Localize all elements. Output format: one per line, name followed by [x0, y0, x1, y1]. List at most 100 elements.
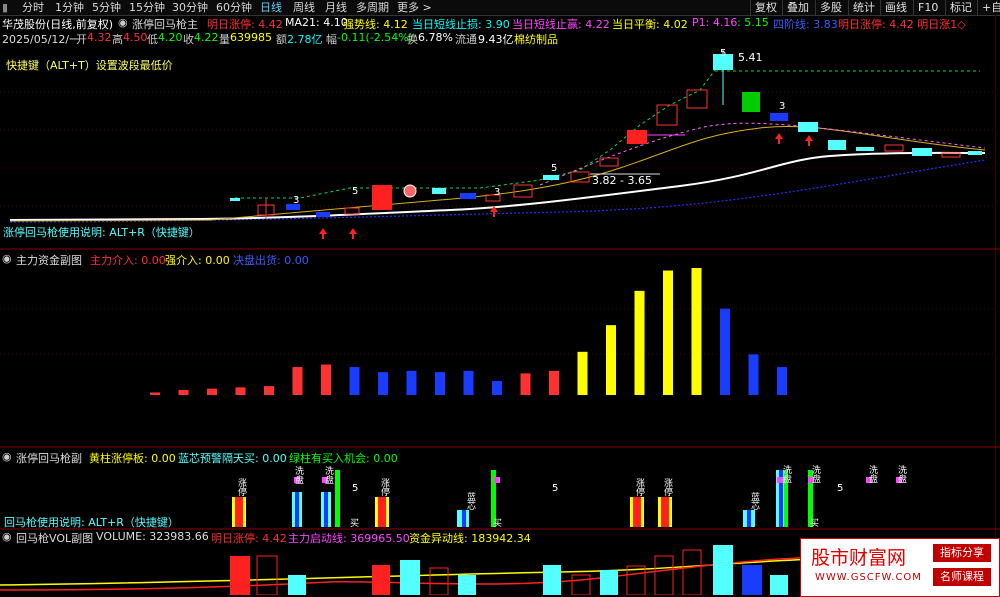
buy-arrows — [319, 133, 813, 239]
tab-monthly[interactable]: 月线 — [325, 0, 347, 15]
buy-tag-3: 买 — [810, 519, 820, 529]
flow-bar — [606, 325, 616, 395]
buy-tag-1: 买 — [350, 519, 360, 529]
pane2-title[interactable]: 主力资金副图 — [16, 252, 82, 268]
pane3-yellow-label: 黄柱涨停板: 0.00 — [89, 452, 176, 465]
tab-1min[interactable]: 1分钟 — [55, 0, 84, 15]
open-label: 开 — [76, 33, 87, 46]
close-label: 收 — [183, 33, 194, 46]
btn-draw[interactable]: 画线 — [880, 0, 911, 15]
high-label: 高 — [112, 33, 123, 46]
flow-bar — [577, 351, 588, 395]
tab-multi-period[interactable]: 多周期 — [356, 0, 389, 15]
stock-title: 华茂股份(日线,前复权) — [2, 18, 114, 31]
right-edge-divider — [995, 15, 996, 595]
pane4-fund: 资金异动线: 183942.34 — [409, 532, 531, 545]
tab-30min[interactable]: 30分钟 — [172, 0, 208, 15]
turnover-label: 换 — [407, 33, 418, 46]
tab-fenshi[interactable]: 分时 — [22, 0, 44, 15]
range-label: 3.82 - 3.65 — [592, 174, 652, 187]
tag-limit-up-4: 涨停 — [662, 478, 672, 496]
limit-up-value: 明日涨停: 4.42 — [207, 18, 283, 31]
candles — [230, 50, 982, 219]
tab-5min[interactable]: 5分钟 — [92, 0, 121, 15]
flow-bar — [235, 387, 246, 395]
btn-add-self[interactable]: +自 — [977, 0, 1000, 15]
tag-wash-6: 洗盘 — [896, 465, 906, 483]
marker-three-c: 3 — [779, 101, 786, 112]
flow-bar — [435, 372, 445, 395]
flow-bar — [691, 268, 702, 395]
pane2-exit: 决盘出货: 0.00 — [233, 254, 309, 267]
high-value: 4.50 — [123, 31, 148, 44]
amount-label: 额 — [276, 33, 287, 46]
btn-master-course[interactable]: 名师课程 — [933, 568, 991, 586]
tag-wash-2: 洗盘 — [323, 466, 333, 484]
five-marker-1: 5 — [352, 483, 359, 494]
sector-value: 棉纺制品 — [514, 33, 558, 46]
pane4-limit-up: 明日涨停: 4.42 — [211, 532, 287, 545]
btn-stats[interactable]: 统计 — [848, 0, 879, 15]
btn-overlay[interactable]: 叠加 — [782, 0, 813, 15]
flow-bar — [748, 354, 759, 395]
flow-bar — [406, 370, 417, 395]
btn-f10[interactable]: F10 — [913, 0, 942, 15]
flow-bar — [178, 389, 189, 395]
marker-five-b: 5 — [551, 163, 558, 174]
btn-fuquan[interactable]: 复权 — [750, 0, 781, 15]
flow-bar — [634, 290, 645, 395]
pane4-title[interactable]: 回马枪VOL副图 — [16, 530, 93, 546]
btn-indicator-share[interactable]: 指标分享 — [933, 544, 991, 562]
five-marker-3: 5 — [837, 483, 844, 494]
vol-label: 量 — [219, 33, 230, 46]
five-marker-2: 5 — [552, 483, 559, 494]
pane4-main-start: 主力启动线: 369965.50 — [288, 532, 410, 545]
pane4-dot-icon: ◉ — [2, 530, 12, 543]
fourth-line-value: 四阶线: 3.83 — [773, 18, 838, 31]
btn-multi-stock[interactable]: 多股 — [815, 0, 846, 15]
period-toolbar: ▮ 分时 1分钟 5分钟 15分钟 30分钟 60分钟 日线 周线 月线 多周期… — [0, 0, 1000, 16]
flow-bar — [492, 381, 502, 395]
chg-value: -0.11(-2.54%) — [337, 31, 413, 44]
flow-bar — [720, 308, 730, 395]
marker-five-a: 5 — [352, 186, 359, 197]
main-usage-note: 涨停回马枪使用说明: ALT+R（快捷键） — [3, 226, 200, 239]
p1-value: P1: 4.16 — [692, 16, 738, 29]
tag-wash-1: 洗盘 — [293, 466, 303, 484]
pane2-dot-icon: ◉ — [2, 252, 12, 265]
btn-mark[interactable]: 标记 — [945, 0, 976, 15]
flow-bar — [663, 270, 673, 395]
indicator-name[interactable]: 涨停回马枪主 — [132, 16, 198, 32]
marker-five-peak: 5 — [720, 48, 727, 59]
flow-bar — [207, 388, 217, 395]
amount-value: 2.78亿 — [287, 33, 323, 46]
flow-bar — [321, 364, 331, 395]
watermark-site-name: 股市财富网 — [811, 547, 907, 569]
tab-daily[interactable]: 日线 — [260, 0, 282, 15]
low-label: 低 — [147, 33, 158, 46]
pane3-dot-icon: ◉ — [2, 450, 12, 463]
flow-bar — [150, 392, 160, 395]
turnover-value: 6.78% — [418, 31, 453, 44]
site-watermark: 股市财富网 WWW.GSCFW.COM 指标分享 名师课程 — [800, 538, 1000, 597]
low-value: 4.20 — [158, 31, 183, 44]
balance-value: 当日平衡: 4.02 — [612, 18, 688, 31]
p1-extra-value: : 5.15 — [737, 16, 769, 29]
pane3-title[interactable]: 涨停回马枪副 — [16, 450, 82, 466]
chg-label: 幅 — [326, 33, 337, 46]
toolbar-grip-icon: ▮ — [2, 1, 9, 14]
tag-wash-5: 洗盘 — [867, 465, 877, 483]
tab-more[interactable]: 更多 > — [397, 0, 432, 15]
flow-bar — [378, 372, 388, 395]
tag-wash-3: 洗盘 — [781, 465, 791, 483]
tag-limit-up-2: 涨停 — [379, 478, 389, 496]
header-tail: 明日涨停: 4.42 明日涨1◇ — [838, 18, 966, 31]
tab-weekly[interactable]: 周线 — [293, 0, 315, 15]
quote-date: 2025/05/12/一 — [2, 33, 81, 46]
tab-60min[interactable]: 60分钟 — [216, 0, 252, 15]
tag-limit-up-3: 涨停 — [634, 478, 644, 496]
pane3-blue-label: 蓝芯预警隔天买: 0.00 — [178, 452, 287, 465]
kline-chart[interactable] — [0, 0, 1000, 595]
tab-15min[interactable]: 15分钟 — [129, 0, 165, 15]
pane2-strong-in: 强介入: 0.00 — [165, 254, 230, 267]
